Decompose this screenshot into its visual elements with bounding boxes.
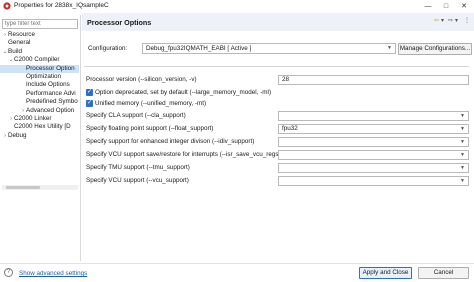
chevron-down-icon: ▼ — [460, 165, 465, 171]
window-title: Properties for 2838x_IQsampleC — [14, 2, 109, 9]
option-label: Unified memory (--unified_memory, -mt) — [95, 100, 207, 107]
cancel-button[interactable]: Cancel — [418, 267, 469, 279]
property-nav: ›Resource General ⌄Build ⌄C2000 Compiler… — [0, 15, 80, 260]
tree-item-build[interactable]: ⌄Build — [0, 48, 79, 56]
manage-configurations-button[interactable]: Manage Configurations... — [398, 43, 472, 55]
tree-item-debug[interactable]: › Debug — [0, 132, 79, 140]
float-support-select[interactable]: fpu32 ▼ — [278, 124, 469, 134]
filter-input[interactable] — [2, 19, 78, 29]
tree-item-c2000-compiler[interactable]: ⌄C2000 Compiler — [0, 56, 79, 64]
isr-save-vcu-regs-select[interactable]: ▼ — [278, 150, 469, 160]
option-label: Processor version (--silicon_version, -v… — [86, 76, 197, 83]
chevron-down-icon: ▼ — [460, 126, 465, 132]
tree-item-c2000-linker[interactable]: › C2000 Linker — [0, 115, 79, 123]
more-menu-icon[interactable]: ⋮ — [464, 17, 470, 24]
silicon-version-input[interactable]: 28 — [278, 75, 469, 85]
tree-item-label: Performance Advi — [26, 89, 76, 97]
tree-item-general[interactable]: General — [0, 39, 79, 47]
cla-support-select[interactable]: ▼ — [278, 111, 469, 121]
configuration-label: Configuration: — [88, 45, 128, 52]
tree-item-label: Optimization — [26, 72, 61, 80]
chevron-down-icon: ▼ — [460, 178, 465, 184]
tmu-support-select[interactable]: ▼ — [278, 163, 469, 173]
tree-item-label: Debug — [8, 131, 27, 139]
unified-memory-checkbox[interactable]: ✓ — [86, 100, 93, 107]
page-header: Processor Options ⇦ ▾ ⇨ ▾ ⋮ — [82, 13, 474, 31]
tree-horizontal-scrollbar[interactable] — [2, 185, 78, 190]
pane-divider[interactable] — [80, 15, 81, 261]
title-bar: Properties for 2838x_IQsampleC — □ ✕ — [0, 0, 474, 13]
option-row-large-memory-model: ✓ Option deprecated, set by default (--l… — [82, 88, 474, 98]
tree-item-c2000-hex-utility[interactable]: C2000 Hex Utility [D — [0, 123, 79, 131]
app-logo-icon — [3, 2, 11, 10]
option-label: Specify floating point support (--float_… — [86, 125, 214, 132]
chevron-down-icon: ▼ — [460, 113, 465, 119]
idiv-support-select[interactable]: ▼ — [278, 137, 469, 147]
divider — [84, 66, 469, 67]
tree-item-resource[interactable]: › Resource — [0, 31, 79, 39]
select-value: fpu32 — [282, 125, 298, 132]
forward-nav-icon[interactable]: ⇨ — [448, 17, 453, 24]
option-label: Specify support for enhanced integer div… — [86, 138, 255, 145]
option-label: Specify CLA support (--cla_support) — [86, 112, 186, 119]
tree-item-label: Processor Option — [26, 64, 75, 72]
property-page: Processor Options ⇦ ▾ ⇨ ▾ ⋮ Configuratio… — [82, 13, 474, 263]
tree-item-label: Resource — [8, 31, 35, 38]
chevron-down-icon: ▼ — [460, 152, 465, 158]
tree-item-performance-advice[interactable]: Performance Advi — [0, 90, 79, 98]
tree-item-optimization[interactable]: Optimization — [0, 73, 79, 81]
option-label: Option deprecated, set by default (--lar… — [95, 89, 272, 96]
tree-item-label: C2000 Hex Utility [D — [14, 123, 71, 131]
tree-item-include-options[interactable]: Include Options — [0, 81, 79, 89]
vcu-support-select[interactable]: ▼ — [278, 176, 469, 186]
scrollbar-thumb[interactable] — [6, 186, 40, 189]
tree-item-processor-options[interactable]: Processor Option — [0, 64, 79, 73]
footer-divider — [0, 263, 474, 264]
option-label: Specify VCU support (--vcu_support) — [86, 177, 189, 184]
chevron-down-icon: ▼ — [387, 45, 392, 51]
configuration-select[interactable]: Debug_fpu32IQMATH_EABI [ Active ] ▼ — [142, 43, 396, 54]
tree-item-predefined-symbols[interactable]: Predefined Symbo — [0, 98, 79, 106]
tree-item-advanced-options[interactable]: › Advanced Option — [0, 107, 79, 115]
back-nav-icon[interactable]: ⇦ — [434, 17, 439, 24]
page-title: Processor Options — [87, 18, 152, 27]
chevron-down-icon[interactable]: ▾ — [441, 17, 444, 24]
tree-item-label: General — [8, 39, 31, 47]
option-row-float-support: Specify floating point support (--float_… — [82, 124, 474, 134]
configuration-row: Configuration: Debug_fpu32IQMATH_EABI [ … — [82, 43, 474, 55]
option-row-idiv-support: Specify support for enhanced integer div… — [82, 137, 474, 147]
option-row-silicon-version: Processor version (--silicon_version, -v… — [82, 75, 474, 85]
option-row-tmu-support: Specify TMU support (--tmu_support) ▼ — [82, 163, 474, 173]
option-row-unified-memory: ✓ Unified memory (--unified_memory, -mt) — [82, 99, 474, 109]
option-label: Specify VCU support save/restore for int… — [86, 151, 281, 158]
large-memory-model-checkbox[interactable]: ✓ — [86, 89, 93, 96]
tree-item-label: Predefined Symbo — [26, 98, 78, 106]
property-tree: › Resource General ⌄Build ⌄C2000 Compiler… — [0, 31, 79, 140]
configuration-value: Debug_fpu32IQMATH_EABI [ Active ] — [146, 45, 252, 52]
minimize-button[interactable]: — — [420, 1, 436, 11]
option-row-cla-support: Specify CLA support (--cla_support) ▼ — [82, 111, 474, 121]
show-advanced-settings-link[interactable]: Show advanced settings — [19, 270, 87, 277]
tree-item-label: C2000 Linker — [14, 114, 52, 122]
option-row-vcu-support: Specify VCU support (--vcu_support) ▼ — [82, 176, 474, 186]
option-row-isr-save-vcu-regs: Specify VCU support save/restore for int… — [82, 150, 474, 160]
close-button[interactable]: ✕ — [456, 1, 472, 11]
tree-item-label: Include Options — [26, 81, 70, 89]
maximize-button[interactable]: □ — [438, 1, 454, 11]
tree-item-label: Advanced Option — [26, 106, 75, 114]
tree-item-label: Build — [8, 47, 23, 55]
help-icon[interactable]: ? — [4, 268, 13, 277]
tree-item-label: C2000 Compiler — [14, 56, 60, 64]
option-label: Specify TMU support (--tmu_support) — [86, 164, 190, 171]
apply-and-close-button[interactable]: Apply and Close — [359, 267, 412, 279]
chevron-down-icon: ▼ — [460, 139, 465, 145]
chevron-down-icon[interactable]: ▾ — [455, 17, 458, 24]
